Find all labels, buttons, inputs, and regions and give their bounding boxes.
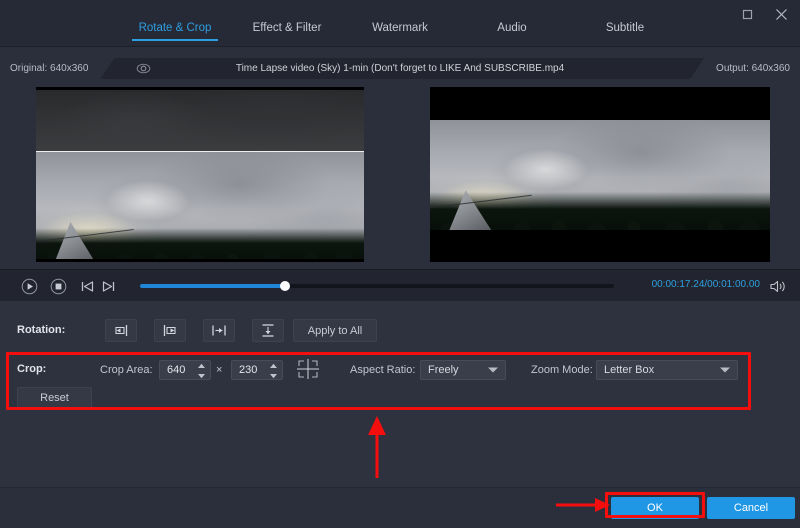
zoom-mode-dropdown[interactable]: Letter Box (596, 360, 738, 380)
crop-label: Crop: (17, 363, 46, 375)
apply-to-all-label: Apply to All (308, 325, 362, 337)
source-sky-upper (36, 87, 364, 151)
tab-label: Watermark (372, 22, 428, 34)
chevron-down-icon (488, 368, 498, 373)
source-bottom-bar (36, 259, 364, 262)
source-video-preview[interactable] (36, 87, 364, 262)
footer-bar: OK Cancel (0, 487, 800, 528)
crop-height-spin-arrows[interactable] (269, 363, 278, 379)
tab-watermark[interactable]: Watermark (355, 22, 445, 41)
tab-label: Subtitle (606, 22, 644, 34)
output-video-preview[interactable] (430, 87, 770, 262)
close-icon[interactable] (770, 4, 792, 24)
info-bar: Time Lapse video (Sky) 1-min (Don't forg… (0, 58, 800, 79)
rotate-right-icon[interactable] (154, 319, 186, 342)
tab-rotate-crop[interactable]: Rotate & Crop (131, 22, 219, 41)
crop-area-label: Crop Area: (100, 364, 153, 376)
previous-frame-icon[interactable] (78, 277, 96, 295)
original-resolution: Original: 640x360 (0, 58, 114, 79)
maximize-icon[interactable] (736, 4, 758, 24)
tab-label: Effect & Filter (253, 22, 322, 34)
crop-position-icon[interactable] (296, 358, 320, 380)
settings-panel: Rotation: (0, 301, 800, 487)
reset-button[interactable]: Reset (17, 387, 92, 408)
video-editor-window: Rotate & Crop Effect & Filter Watermark … (0, 0, 800, 528)
title-bar: Rotate & Crop Effect & Filter Watermark … (0, 0, 800, 47)
window-controls (736, 4, 792, 24)
flip-horizontal-icon[interactable] (203, 319, 235, 342)
rotation-label: Rotation: (17, 324, 65, 336)
reset-label: Reset (40, 392, 69, 404)
tab-subtitle[interactable]: Subtitle (582, 22, 668, 41)
flip-vertical-icon[interactable] (252, 319, 284, 342)
crop-width-spin-arrows[interactable] (197, 363, 206, 379)
output-letterbox-top (430, 87, 770, 120)
seek-progress (140, 284, 285, 288)
seek-bar[interactable] (140, 284, 614, 288)
red-right-arrow-ok (556, 497, 610, 513)
aspect-ratio-value: Freely (428, 364, 459, 376)
file-name: Time Lapse video (Sky) 1-min (Don't forg… (0, 58, 800, 79)
crop-dimension-separator: × (216, 364, 222, 376)
aspect-ratio-dropdown[interactable]: Freely (420, 360, 506, 380)
output-sky (430, 120, 770, 230)
eye-icon[interactable] (133, 61, 153, 76)
seek-handle[interactable] (280, 281, 290, 291)
tab-label: Rotate & Crop (139, 22, 212, 34)
zoom-mode-value: Letter Box (604, 364, 654, 376)
tab-audio[interactable]: Audio (470, 22, 554, 41)
crop-width-stepper[interactable] (159, 360, 211, 380)
stop-icon[interactable] (49, 277, 67, 295)
output-letterbox-bottom (430, 230, 770, 262)
volume-icon[interactable] (769, 278, 786, 294)
apply-to-all-button[interactable]: Apply to All (293, 319, 377, 342)
source-top-bar (36, 87, 364, 90)
aspect-ratio-label: Aspect Ratio: (350, 364, 415, 376)
transport-bar: 00:00:17.24/00:01:00.00 (0, 269, 800, 301)
next-frame-icon[interactable] (99, 277, 117, 295)
tab-effect-filter[interactable]: Effect & Filter (243, 22, 331, 41)
crop-boundary-line[interactable] (36, 151, 364, 152)
rotate-left-icon[interactable] (105, 319, 137, 342)
preview-area (0, 79, 800, 269)
cancel-button[interactable]: Cancel (707, 497, 795, 519)
source-sky-lower (36, 151, 364, 262)
red-up-arrow (366, 416, 388, 478)
output-resolution: Output: 640x360 (690, 58, 800, 79)
play-icon[interactable] (20, 277, 38, 295)
crop-height-stepper[interactable] (231, 360, 283, 380)
chevron-down-icon (720, 368, 730, 373)
time-display: 00:00:17.24/00:01:00.00 (652, 279, 760, 290)
tab-bar: Rotate & Crop Effect & Filter Watermark … (0, 22, 800, 47)
tab-label: Audio (497, 22, 526, 34)
ok-button[interactable]: OK (611, 497, 699, 519)
zoom-mode-label: Zoom Mode: (531, 364, 593, 376)
